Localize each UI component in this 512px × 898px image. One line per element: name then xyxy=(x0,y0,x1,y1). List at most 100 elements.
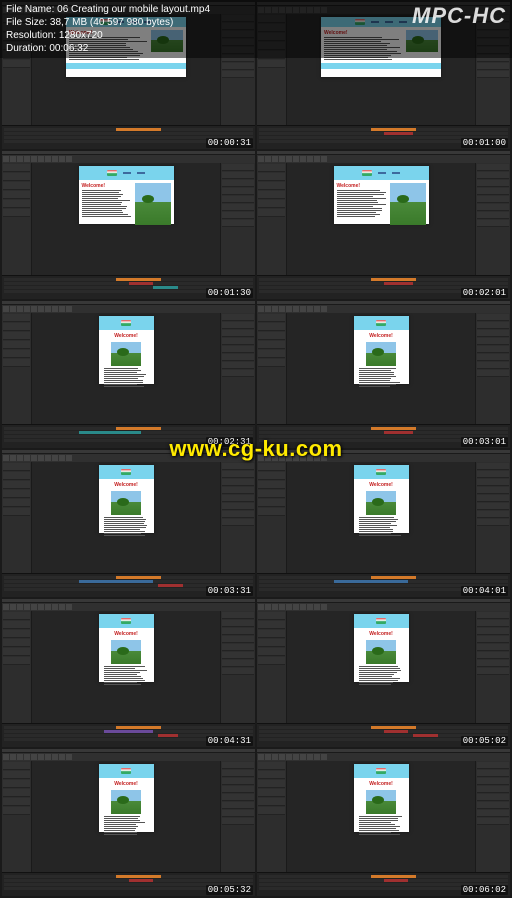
panel-row[interactable] xyxy=(258,209,285,217)
timeline-clip[interactable] xyxy=(371,875,416,878)
panel-row[interactable] xyxy=(477,71,509,78)
toolbar-button[interactable] xyxy=(300,604,306,610)
left-panel[interactable] xyxy=(257,163,287,274)
timeline-track[interactable] xyxy=(259,576,508,579)
panel-row[interactable] xyxy=(222,495,254,502)
toolbar-button[interactable] xyxy=(38,156,44,162)
toolbar-button[interactable] xyxy=(321,604,327,610)
toolbar-button[interactable] xyxy=(307,754,313,760)
panel-row[interactable] xyxy=(477,818,509,825)
toolbar-button[interactable] xyxy=(314,754,320,760)
video-thumbnail[interactable]: Welcome! 00:06:02 xyxy=(257,749,510,896)
panel-row[interactable] xyxy=(3,648,30,656)
toolbar-button[interactable] xyxy=(258,754,264,760)
toolbar-button[interactable] xyxy=(24,306,30,312)
timeline-clip[interactable] xyxy=(334,580,409,583)
toolbar-button[interactable] xyxy=(45,754,51,760)
panel-row[interactable] xyxy=(477,810,509,817)
left-panel[interactable] xyxy=(257,313,287,424)
timeline-track[interactable] xyxy=(259,730,508,733)
panel-row[interactable] xyxy=(477,511,509,518)
left-panel[interactable] xyxy=(257,462,287,573)
timeline-track[interactable] xyxy=(4,730,253,733)
timeline-clip[interactable] xyxy=(79,580,154,583)
panel-row[interactable] xyxy=(258,762,285,770)
toolbar-button[interactable] xyxy=(66,156,72,162)
toolbar-button[interactable] xyxy=(10,156,16,162)
toolbar-button[interactable] xyxy=(286,306,292,312)
right-panel[interactable] xyxy=(220,761,255,872)
panel-row[interactable] xyxy=(258,621,285,629)
toolbar-button[interactable] xyxy=(279,156,285,162)
panel-row[interactable] xyxy=(222,188,254,195)
right-panel[interactable] xyxy=(220,313,255,424)
panel-row[interactable] xyxy=(477,322,509,329)
toolbar-button[interactable] xyxy=(38,604,44,610)
panel-row[interactable] xyxy=(258,771,285,779)
panel-row[interactable] xyxy=(477,338,509,345)
timeline-track[interactable] xyxy=(4,879,253,882)
right-panel[interactable] xyxy=(220,462,255,573)
panel-row[interactable] xyxy=(477,463,509,470)
panel-row[interactable] xyxy=(258,789,285,797)
toolbar-button[interactable] xyxy=(59,754,65,760)
panel-row[interactable] xyxy=(477,794,509,801)
panel-row[interactable] xyxy=(222,471,254,478)
panel-row[interactable] xyxy=(222,786,254,793)
timeline-track[interactable] xyxy=(259,128,508,131)
panel-row[interactable] xyxy=(222,63,254,70)
panel-row[interactable] xyxy=(3,508,30,516)
app-toolbar[interactable] xyxy=(257,305,510,313)
canvas-area[interactable]: Welcome! xyxy=(32,462,220,573)
panel-row[interactable] xyxy=(258,323,285,331)
panel-row[interactable] xyxy=(222,511,254,518)
panel-row[interactable] xyxy=(3,789,30,797)
panel-row[interactable] xyxy=(477,354,509,361)
panel-row[interactable] xyxy=(258,490,285,498)
toolbar-button[interactable] xyxy=(265,156,271,162)
toolbar-button[interactable] xyxy=(10,754,16,760)
timeline-clip[interactable] xyxy=(371,128,416,131)
panel-row[interactable] xyxy=(258,350,285,358)
panel-row[interactable] xyxy=(222,503,254,510)
toolbar-button[interactable] xyxy=(272,604,278,610)
panel-row[interactable] xyxy=(3,191,30,199)
panel-row[interactable] xyxy=(3,490,30,498)
panel-row[interactable] xyxy=(222,487,254,494)
timeline-track[interactable] xyxy=(259,132,508,135)
toolbar-button[interactable] xyxy=(279,754,285,760)
panel-row[interactable] xyxy=(222,519,254,526)
timeline-clip[interactable] xyxy=(116,278,161,281)
right-panel[interactable] xyxy=(475,462,510,573)
timeline-clip[interactable] xyxy=(384,730,409,733)
panel-row[interactable] xyxy=(222,620,254,627)
timeline-clip[interactable] xyxy=(79,431,141,434)
timeline-track[interactable] xyxy=(4,580,253,583)
panel-row[interactable] xyxy=(477,503,509,510)
panel-row[interactable] xyxy=(258,191,285,199)
right-panel[interactable] xyxy=(475,313,510,424)
toolbar-button[interactable] xyxy=(314,156,320,162)
panel-row[interactable] xyxy=(222,172,254,179)
right-panel[interactable] xyxy=(220,611,255,722)
panel-row[interactable] xyxy=(3,341,30,349)
timeline-clip[interactable] xyxy=(129,879,154,882)
left-panel[interactable] xyxy=(257,761,287,872)
panel-row[interactable] xyxy=(222,164,254,171)
toolbar-button[interactable] xyxy=(307,156,313,162)
panel-row[interactable] xyxy=(3,323,30,331)
toolbar-button[interactable] xyxy=(272,754,278,760)
toolbar-button[interactable] xyxy=(279,604,285,610)
toolbar-button[interactable] xyxy=(321,306,327,312)
panel-row[interactable] xyxy=(222,330,254,337)
panel-row[interactable] xyxy=(258,648,285,656)
toolbar-button[interactable] xyxy=(293,306,299,312)
timeline-clip[interactable] xyxy=(371,427,416,430)
panel-row[interactable] xyxy=(477,628,509,635)
panel-row[interactable] xyxy=(222,71,254,78)
panel-row[interactable] xyxy=(3,807,30,815)
toolbar-button[interactable] xyxy=(3,306,9,312)
timeline-clip[interactable] xyxy=(116,427,161,430)
toolbar-button[interactable] xyxy=(31,455,37,461)
panel-row[interactable] xyxy=(222,668,254,675)
